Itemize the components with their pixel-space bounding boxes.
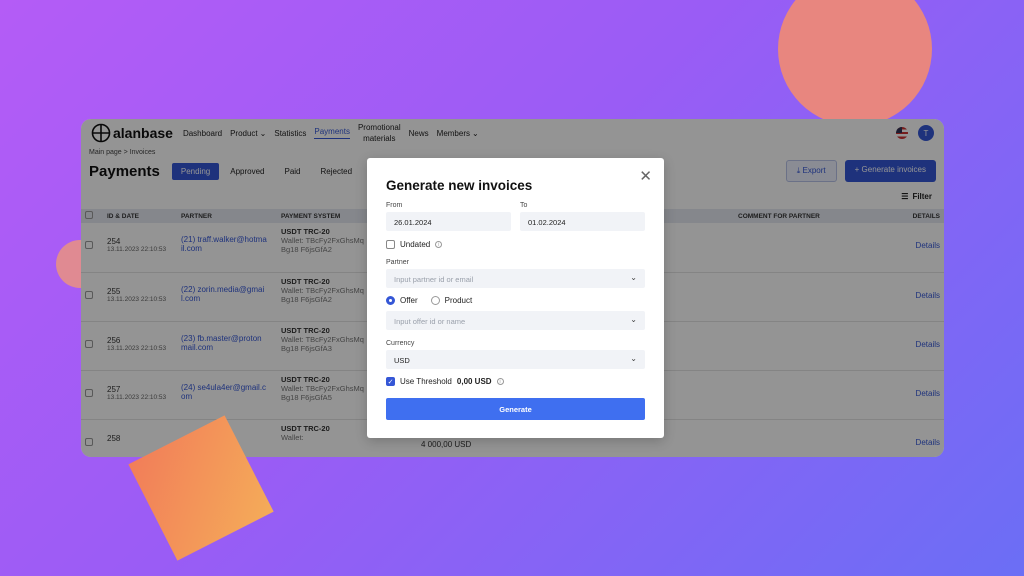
offer-select[interactable]: Input offer id or name ⌄ <box>386 311 645 330</box>
generate-button[interactable]: Generate <box>386 398 645 420</box>
product-radio-label[interactable]: Product <box>445 296 473 305</box>
threshold-label[interactable]: Use Threshold <box>400 377 452 386</box>
from-label: From <box>386 202 403 209</box>
partner-label: Partner <box>386 259 409 266</box>
close-icon[interactable]: ✕ <box>639 167 652 185</box>
chevron-down-icon: ⌄ <box>630 315 637 324</box>
chevron-down-icon: ⌄ <box>630 273 637 282</box>
product-radio[interactable] <box>430 296 440 305</box>
threshold-value: 0,00 USD <box>456 377 492 386</box>
offer-product-radio-group: Offer Product <box>386 296 645 305</box>
offer-radio[interactable] <box>386 296 395 305</box>
generate-invoices-modal: Generate new invoices ✕ From 26.01.2024 … <box>367 158 664 438</box>
decorative-circle-large <box>778 0 932 126</box>
undated-row: Undated i <box>386 240 645 249</box>
offer-radio-label[interactable]: Offer <box>400 296 418 305</box>
chevron-down-icon: ⌄ <box>630 354 637 363</box>
info-icon[interactable]: i <box>435 241 443 248</box>
currency-value: USD <box>394 356 410 365</box>
currency-select[interactable]: USD ⌄ <box>386 350 645 369</box>
to-date-input[interactable]: 01.02.2024 <box>520 212 645 231</box>
threshold-row: ✓ Use Threshold 0,00 USD i <box>386 377 645 386</box>
partner-placeholder: Input partner id or email <box>394 275 474 284</box>
undated-checkbox[interactable] <box>386 240 395 249</box>
undated-label[interactable]: Undated <box>400 240 430 249</box>
modal-title: Generate new invoices <box>386 178 533 193</box>
offer-placeholder: Input offer id or name <box>394 317 466 326</box>
to-label: To <box>520 202 528 209</box>
from-date-input[interactable]: 26.01.2024 <box>386 212 511 231</box>
currency-label: Currency <box>386 340 415 347</box>
partner-select[interactable]: Input partner id or email ⌄ <box>386 269 645 288</box>
info-icon[interactable]: i <box>496 378 504 385</box>
threshold-checkbox[interactable]: ✓ <box>386 377 395 386</box>
